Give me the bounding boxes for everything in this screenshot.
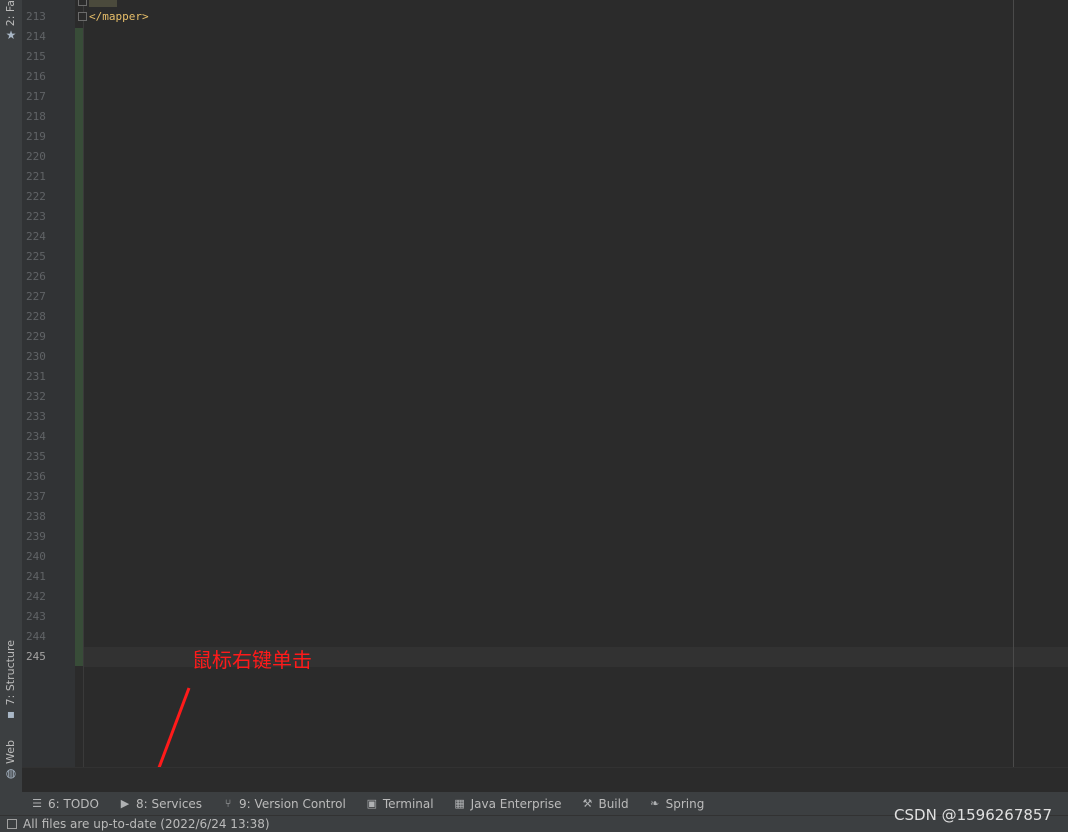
line-number[interactable]: 226 (22, 267, 74, 287)
line-number[interactable]: 214 (22, 27, 74, 47)
favorites-tab-label: 2: Fa (4, 0, 17, 27)
globe-icon: ◍ (5, 765, 17, 780)
line-number[interactable]: 239 (22, 527, 74, 547)
line-number[interactable]: 229 (22, 327, 74, 347)
line-number[interactable]: 213 (22, 7, 74, 27)
line-number[interactable]: 225 (22, 247, 74, 267)
annotation-text: 鼠标右键单击 (192, 648, 312, 672)
line-number[interactable]: 232 (22, 387, 74, 407)
line-number[interactable]: 244 (22, 627, 74, 647)
line-number[interactable]: 215 (22, 47, 74, 67)
line-number-gutter: 213 214 215 216 217 218 219 220 221 222 223 224 225 2… (22, 0, 75, 767)
spring-tool-button[interactable]: ❧ Spring (648, 796, 705, 811)
play-circle-icon: ▶ (120, 797, 130, 810)
line-number[interactable]: 222 (22, 187, 74, 207)
structure-icon: ▪ (6, 707, 16, 722)
line-number[interactable]: 221 (22, 167, 74, 187)
line-number[interactable]: 241 (22, 567, 74, 587)
structure-tab-label: 7: Structure (4, 640, 17, 706)
structure-tab[interactable]: 7: Structure ▪ (0, 640, 22, 721)
services-label: 8: Services (135, 796, 203, 811)
favorites-tab[interactable]: 2: Fa ★ (0, 0, 22, 42)
line-number[interactable]: 245 (22, 647, 74, 667)
java-enterprise-tool-button[interactable]: ▦ Java Enterprise (453, 796, 562, 811)
build-label: Build (598, 796, 629, 811)
line-number[interactable]: 233 (22, 407, 74, 427)
line-number[interactable]: 216 (22, 67, 74, 87)
java-enterprise-label: Java Enterprise (470, 796, 562, 811)
line-number[interactable]: 234 (22, 427, 74, 447)
line-number[interactable]: 224 (22, 227, 74, 247)
vcs-branch-icon: ⑂ (224, 797, 232, 810)
build-tool-button[interactable]: ⚒ Build (580, 796, 629, 811)
status-toggle-icon[interactable] (7, 819, 17, 829)
fold-marker[interactable] (78, 12, 87, 21)
line-number[interactable]: 228 (22, 307, 74, 327)
watermark: CSDN @1596267857 (894, 806, 1052, 824)
code-line-212-fragment (89, 0, 117, 7)
line-number[interactable]: 217 (22, 87, 74, 107)
web-tab[interactable]: Web ◍ (0, 740, 22, 780)
line-number[interactable]: 235 (22, 447, 74, 467)
line-number[interactable]: 223 (22, 207, 74, 227)
left-tool-strip: 2: Fa ★ 7: Structure ▪ Web ◍ (0, 0, 23, 792)
services-tool-button[interactable]: ▶ 8: Services (118, 797, 202, 811)
line-number[interactable]: 227 (22, 287, 74, 307)
line-number[interactable]: 220 (22, 147, 74, 167)
version-control-tool-button[interactable]: ⑂ 9: Version Control (221, 797, 346, 811)
fold-marker[interactable] (78, 0, 87, 6)
line-number[interactable]: 236 (22, 467, 74, 487)
right-margin-guide (1013, 0, 1014, 767)
java-enterprise-icon: ▦ (454, 797, 465, 810)
spring-leaf-icon: ❧ (649, 797, 660, 810)
line-number[interactable]: 242 (22, 587, 74, 607)
spring-label: Spring (665, 796, 705, 811)
vcs-change-marker[interactable] (75, 28, 83, 666)
line-number[interactable]: 218 (22, 107, 74, 127)
editor-bottom-area (22, 767, 1068, 793)
line-number[interactable]: 238 (22, 507, 74, 527)
version-control-label: 9: Version Control (239, 796, 346, 811)
hammer-icon: ⚒ (582, 797, 593, 810)
line-number[interactable]: 237 (22, 487, 74, 507)
code-line-213: </mapper> (89, 10, 149, 23)
line-number[interactable]: 231 (22, 367, 74, 387)
todo-label: 6: TODO (48, 796, 99, 811)
terminal-icon: ▣ (366, 797, 378, 810)
line-number[interactable]: 243 (22, 607, 74, 627)
terminal-label: Terminal (382, 796, 434, 811)
list-icon: ☰ (32, 797, 42, 810)
web-tab-label: Web (4, 740, 17, 764)
line-number[interactable]: 240 (22, 547, 74, 567)
todo-tool-button[interactable]: ☰ 6: TODO (30, 797, 99, 811)
terminal-tool-button[interactable]: ▣ Terminal (365, 797, 434, 811)
line-number[interactable]: 230 (22, 347, 74, 367)
line-number[interactable]: 219 (22, 127, 74, 147)
status-message: All files are up-to-date (2022/6/24 13:3… (23, 817, 270, 831)
star-icon: ★ (5, 28, 17, 43)
